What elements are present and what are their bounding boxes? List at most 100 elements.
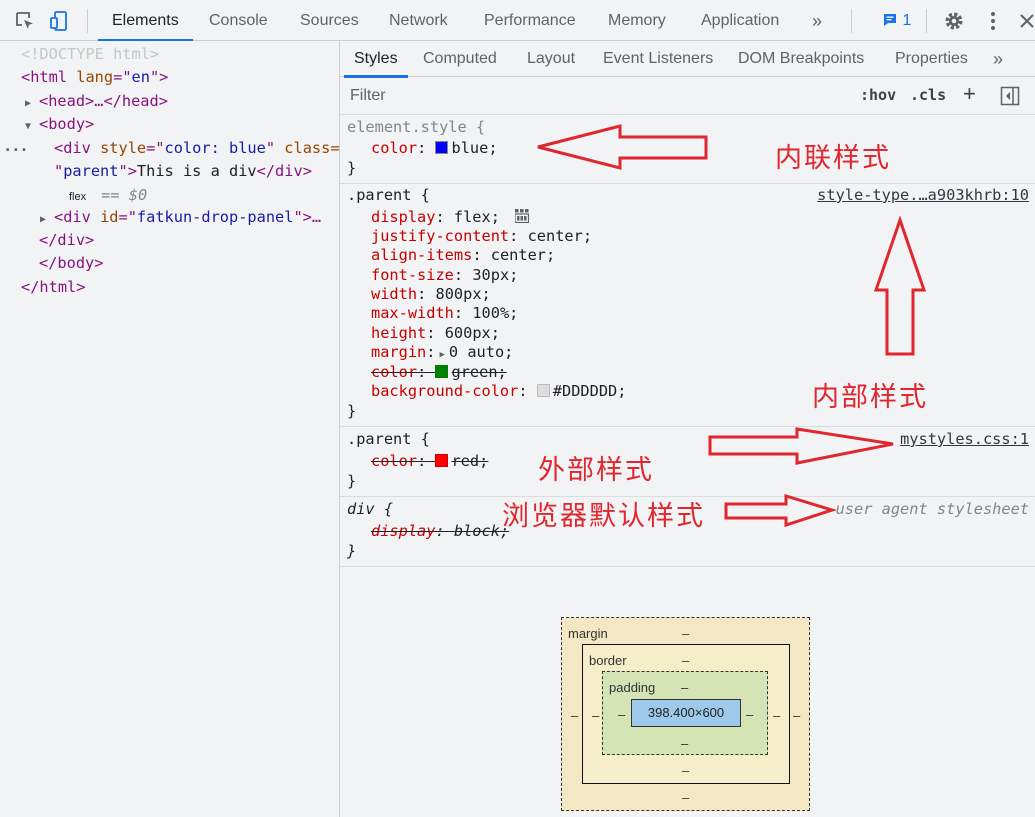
body-node[interactable]: ▼ <body> [25, 113, 94, 138]
rule-parent-external: .parent { mystyles.css:1 color: red; } [340, 427, 1035, 497]
rule-property[interactable]: justify-content: center; [371, 227, 592, 246]
rule-property[interactable]: align-items: center; [371, 246, 555, 265]
padding-top-value[interactable]: – [681, 680, 688, 695]
div-close-node[interactable]: </div> [39, 229, 94, 252]
border-left-value[interactable]: – [592, 708, 599, 723]
flexbox-editor-icon[interactable] [514, 209, 530, 228]
tab-network[interactable]: Network [389, 0, 448, 40]
rule-parent-internal: .parent { style-type.…a903khrb:10 displa… [340, 184, 1035, 427]
rule-property[interactable]: width: 800px; [371, 285, 491, 304]
margin-bottom-value[interactable]: – [682, 790, 689, 805]
annotation-internal-style: 内部样式 [812, 382, 928, 413]
rule-property[interactable]: display: flex; [371, 208, 530, 228]
more-tabs-button[interactable]: » [812, 0, 822, 40]
styles-filter-input[interactable] [348, 84, 828, 108]
tab-application[interactable]: Application [701, 0, 779, 40]
close-icon[interactable] [1016, 10, 1035, 32]
rule-property[interactable]: height: 600px; [371, 324, 500, 343]
dollar-zero-label: == $0 [101, 186, 148, 204]
tab-console[interactable]: Console [209, 0, 268, 40]
class-toggle-button[interactable]: .cls [910, 86, 946, 104]
box-model-margin[interactable]: margin – – – – border – – – – padding – … [561, 617, 810, 811]
ellipsis-menu[interactable]: ... [3, 135, 29, 158]
tab-event-listeners[interactable]: Event Listeners [603, 41, 713, 77]
box-model-padding[interactable]: padding – – – – 398.400×600 [602, 671, 768, 755]
expand-triangle-icon[interactable]: ▶ [25, 92, 39, 115]
tab-sources[interactable]: Sources [300, 0, 359, 40]
margin-label: margin [568, 626, 608, 641]
color-swatch[interactable] [435, 141, 449, 154]
message-icon [882, 12, 898, 36]
html-node[interactable]: <html lang="en"> [21, 66, 168, 89]
annotation-browser-default-style: 浏览器默认样式 [502, 501, 705, 532]
content-size: 398.400×600 [647, 705, 725, 720]
styles-filter-bar: :hov .cls + [340, 78, 1035, 115]
source-link-internal[interactable]: style-type.…a903khrb:10 [817, 186, 1029, 204]
head-node[interactable]: ▶ <head>…</head> [25, 90, 168, 115]
margin-right-value[interactable]: – [793, 708, 800, 723]
border-label: border [589, 653, 627, 668]
hover-state-button[interactable]: :hov [860, 86, 896, 104]
device-toggle-icon[interactable] [49, 10, 71, 32]
gear-icon[interactable] [943, 10, 965, 32]
html-close-node[interactable]: </html> [21, 276, 85, 299]
toolbar-divider [87, 9, 88, 33]
toolbar-divider [926, 9, 927, 33]
box-model-border[interactable]: border – – – – padding – – – – 398.400×6… [582, 644, 790, 784]
rule-close: } [347, 402, 357, 420]
annotation-external-style: 外部样式 [538, 455, 654, 486]
rule-selector[interactable]: .parent { [347, 186, 430, 205]
inspect-cursor-icon[interactable] [14, 10, 36, 32]
border-top-value[interactable]: – [682, 653, 689, 668]
tab-layout[interactable]: Layout [527, 41, 575, 77]
expand-triangle-icon[interactable]: ▶ [40, 208, 54, 231]
new-rule-button[interactable]: + [963, 81, 976, 107]
user-agent-source: user agent stylesheet [835, 500, 1029, 518]
padding-right-value[interactable]: – [746, 707, 753, 722]
rule-property-overridden[interactable]: color: green; [371, 363, 507, 382]
padding-bottom-value[interactable]: – [681, 736, 688, 751]
margin-left-value[interactable]: – [571, 708, 578, 723]
rule-selector[interactable]: .parent { [347, 430, 430, 449]
rule-close: } [347, 159, 357, 177]
flex-badge[interactable]: flex [66, 191, 89, 203]
rule-property[interactable]: font-size: 30px; [371, 266, 518, 285]
tab-memory[interactable]: Memory [608, 0, 666, 40]
tab-styles[interactable]: Styles [344, 41, 408, 78]
rule-property-overridden[interactable]: color: red; [371, 452, 488, 471]
expand-triangle-icon[interactable]: ▶ [439, 350, 444, 360]
rule-property[interactable]: background-color: #DDDDDD; [371, 382, 626, 401]
issues-button[interactable]: 1 [878, 9, 914, 33]
more-sidebar-tabs-button[interactable]: » [993, 41, 1003, 77]
doctype-node[interactable]: <!DOCTYPE html> [21, 43, 159, 66]
tab-dom-breakpoints[interactable]: DOM Breakpoints [738, 41, 864, 77]
kebab-menu-icon[interactable] [982, 10, 1004, 32]
body-close-node[interactable]: </body> [39, 252, 103, 275]
toggle-sidebar-icon[interactable] [1000, 86, 1020, 111]
tab-performance[interactable]: Performance [484, 0, 576, 40]
issues-count: 1 [902, 12, 912, 29]
tab-elements[interactable]: Elements [98, 0, 193, 41]
padding-left-value[interactable]: – [618, 707, 625, 722]
color-swatch[interactable] [435, 454, 449, 467]
drop-panel-node[interactable]: ▶ <div id="fatkun-drop-panel">… [40, 206, 321, 231]
tab-properties[interactable]: Properties [895, 41, 968, 77]
rule-property-overridden: display: block; [371, 522, 510, 540]
border-right-value[interactable]: – [773, 708, 780, 723]
source-link-external[interactable]: mystyles.css:1 [900, 430, 1029, 448]
rule-property[interactable]: max-width: 100%; [371, 304, 518, 323]
border-bottom-value[interactable]: – [682, 763, 689, 778]
rule-element-style: element.style { color: blue; } [340, 115, 1035, 184]
rule-property[interactable]: color: blue; [371, 139, 498, 158]
rule-close: } [347, 472, 357, 490]
rule-close: } [347, 542, 357, 560]
tab-computed[interactable]: Computed [423, 41, 497, 77]
box-model-content[interactable]: 398.400×600 [631, 699, 741, 727]
color-swatch[interactable] [536, 384, 550, 397]
selected-div-node[interactable]: <div style="color: blue" class= [54, 137, 340, 160]
margin-top-value[interactable]: – [682, 626, 689, 641]
rule-selector[interactable]: element.style { [347, 118, 485, 137]
selected-div-node-cont[interactable]: "parent">This is a div</div> [54, 160, 312, 183]
color-swatch[interactable] [435, 365, 449, 378]
elements-dom-tree: <!DOCTYPE html> <html lang="en"> ▶ <head>… [0, 41, 340, 817]
